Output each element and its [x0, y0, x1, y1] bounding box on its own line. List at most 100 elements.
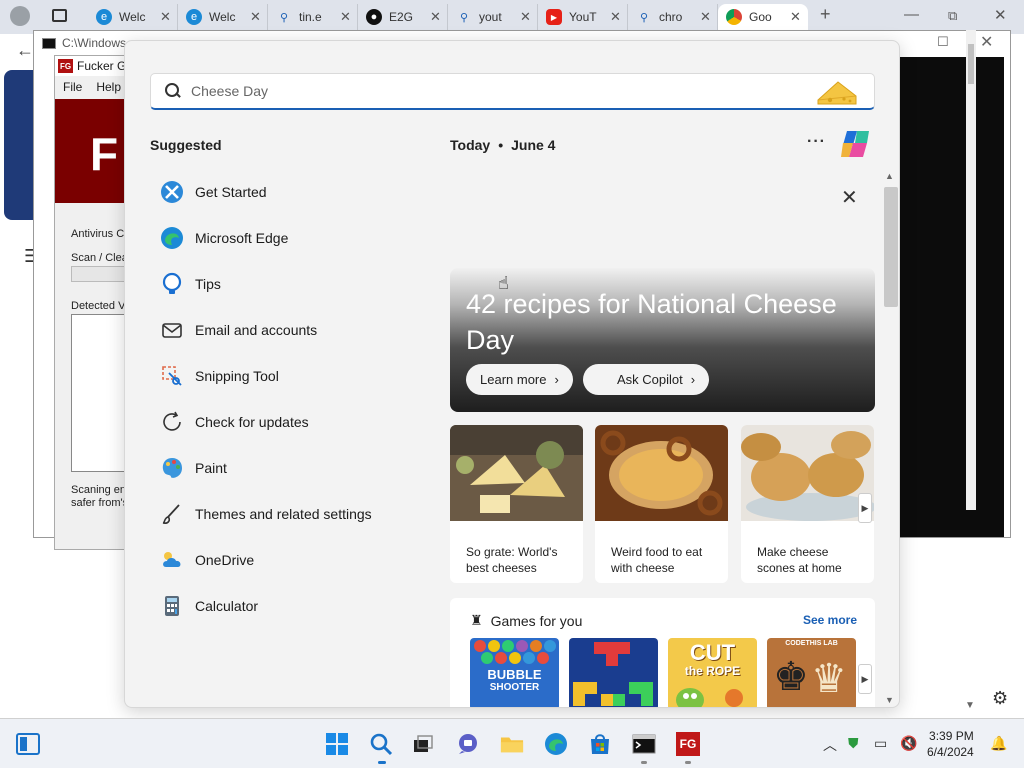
scissors-icon	[159, 363, 185, 389]
settings-gear-icon[interactable]: ⚙	[992, 688, 1008, 709]
suggested-themes-settings[interactable]: Themes and related settings	[159, 491, 439, 537]
close-tab-icon[interactable]: ✕	[790, 9, 801, 25]
search-box[interactable]	[150, 73, 875, 110]
suggested-microsoft-edge[interactable]: Microsoft Edge	[159, 215, 439, 261]
show-hidden-icons-chevron-icon[interactable]: ︿	[823, 735, 837, 755]
suggested-paint[interactable]: Paint	[159, 445, 439, 491]
news-card[interactable]: Weird food to eat with cheese	[595, 425, 728, 583]
learn-more-button[interactable]: Learn more ›	[466, 364, 573, 395]
security-shield-icon[interactable]: ⛊	[848, 735, 859, 752]
new-tab-button[interactable]: +	[820, 4, 831, 25]
chess-piece-icon: ♜	[470, 612, 483, 628]
fg-menu-file[interactable]: File	[63, 80, 82, 98]
close-tab-icon[interactable]: ✕	[520, 9, 531, 25]
back-arrow-icon[interactable]: ←	[16, 40, 34, 61]
news-card[interactable]: So grate: World's best cheeses	[450, 425, 583, 583]
block-puzzle-image	[573, 642, 653, 706]
edge-taskbar-icon[interactable]	[544, 732, 568, 756]
fg-progress-bar	[71, 266, 131, 282]
github-icon: ●	[366, 9, 382, 25]
close-tab-icon[interactable]: ✕	[610, 9, 621, 25]
close-window-icon[interactable]: ✕	[994, 6, 1007, 24]
start-icon[interactable]	[325, 732, 349, 756]
tab-github[interactable]: ● E2G ✕	[358, 4, 448, 30]
fg-menubar: File Help	[55, 80, 121, 98]
scroll-up-icon[interactable]: ▲	[885, 171, 894, 181]
panel-scrollbar[interactable]: ▲ ▼	[882, 171, 898, 706]
chevron-right-icon: ›	[554, 372, 559, 387]
game-tile-bubble-shooter[interactable]: BUBBLE SHOOTER	[470, 638, 559, 707]
maximize-icon[interactable]: ☐	[937, 34, 949, 50]
game-tile-blocks[interactable]	[569, 638, 658, 707]
tab-search-chro[interactable]: ⚲ chro ✕	[628, 4, 718, 30]
copilot-icon[interactable]	[839, 129, 871, 159]
tab-search-tin[interactable]: ⚲ tin.e ✕	[268, 4, 358, 30]
news-card[interactable]: Make cheese scones at home	[741, 425, 874, 583]
game-tile-cut-the-rope[interactable]: CUT the ROPE	[668, 638, 757, 707]
edge-icon: e	[96, 9, 112, 25]
tab-edge-welcome-1[interactable]: e Welc ✕	[88, 4, 178, 30]
tab-google[interactable]: Goo ✕	[718, 4, 808, 30]
close-tab-icon[interactable]: ✕	[340, 9, 351, 25]
terminal-icon[interactable]	[632, 732, 656, 756]
fg-menu-help[interactable]: Help	[96, 80, 121, 98]
suggested-onedrive[interactable]: OneDrive	[159, 537, 439, 583]
paint-icon	[159, 455, 185, 481]
cmd-scrollbar[interactable]	[966, 30, 976, 510]
suggested-get-started[interactable]: Get Started	[159, 169, 439, 215]
chess-king-icon: ♚	[773, 655, 809, 699]
search-taskbar-icon[interactable]	[369, 732, 393, 756]
restore-icon[interactable]: ⧉	[948, 8, 957, 24]
tab-actions-icon[interactable]	[52, 9, 67, 22]
pretzel-cheese-image	[595, 425, 728, 521]
minimize-icon[interactable]: —	[904, 6, 919, 23]
running-indicator	[641, 761, 647, 764]
ask-copilot-button[interactable]: Ask Copilot ›	[583, 364, 710, 395]
notification-icon[interactable]: 🔔	[990, 735, 1007, 752]
close-tab-icon[interactable]: ✕	[250, 9, 261, 25]
tab-youtube[interactable]: ▶ YouT ✕	[538, 4, 628, 30]
more-options-button[interactable]: ···	[807, 133, 826, 151]
see-more-link[interactable]: See more	[803, 613, 857, 627]
cheese-icon	[817, 81, 857, 105]
close-tab-icon[interactable]: ✕	[700, 9, 711, 25]
fg-titlebar: FG Fucker G	[55, 56, 135, 76]
fg-logo-icon: FG	[58, 59, 73, 73]
close-icon[interactable]: ✕	[841, 185, 858, 210]
scroll-down-icon[interactable]: ▼	[965, 700, 975, 711]
hero-card[interactable]: 42 recipes for National Cheese Day Learn…	[450, 268, 875, 412]
game-tile-chess[interactable]: CODETHIS LAB ♚ ♛	[767, 638, 856, 707]
suggested-tips[interactable]: Tips	[159, 261, 439, 307]
tab-edge-welcome-2[interactable]: e Welc ✕	[178, 4, 268, 30]
cmd-close-icon[interactable]: ✕	[980, 32, 993, 52]
task-view-icon[interactable]	[411, 732, 435, 756]
widgets-icon[interactable]	[16, 732, 40, 756]
tips-icon	[159, 271, 185, 297]
store-icon[interactable]	[588, 732, 612, 756]
search-input[interactable]	[191, 83, 791, 99]
news-next-button[interactable]: ▶	[858, 493, 872, 523]
fg-detected-list[interactable]	[71, 314, 131, 472]
close-tab-icon[interactable]: ✕	[160, 9, 171, 25]
games-next-button[interactable]: ▶	[858, 664, 872, 694]
network-icon[interactable]: ▭	[874, 735, 887, 752]
chat-icon[interactable]	[456, 732, 480, 756]
fg-taskbar-icon[interactable]: FG	[676, 732, 700, 756]
scroll-thumb[interactable]	[884, 187, 898, 307]
close-tab-icon[interactable]: ✕	[430, 9, 441, 25]
games-heading: ♜ Games for you	[470, 612, 583, 629]
clock[interactable]: 3:39 PM 6/4/2024	[927, 728, 974, 760]
profile-icon[interactable]	[10, 6, 30, 26]
brush-icon	[159, 501, 185, 527]
cmd-console	[900, 57, 1004, 537]
scroll-down-icon[interactable]: ▼	[885, 695, 894, 705]
suggested-check-updates[interactable]: Check for updates	[159, 399, 439, 445]
fg-label-scan: Scan / Clea	[71, 252, 128, 264]
suggested-snipping-tool[interactable]: Snipping Tool	[159, 353, 439, 399]
volume-icon[interactable]: 🔇	[900, 735, 917, 752]
suggested-calculator[interactable]: Calculator	[159, 583, 439, 629]
suggested-email-accounts[interactable]: Email and accounts	[159, 307, 439, 353]
tab-search-yout[interactable]: ⚲ yout ✕	[448, 4, 538, 30]
file-explorer-icon[interactable]	[500, 732, 524, 756]
om-nom-image	[676, 688, 743, 707]
